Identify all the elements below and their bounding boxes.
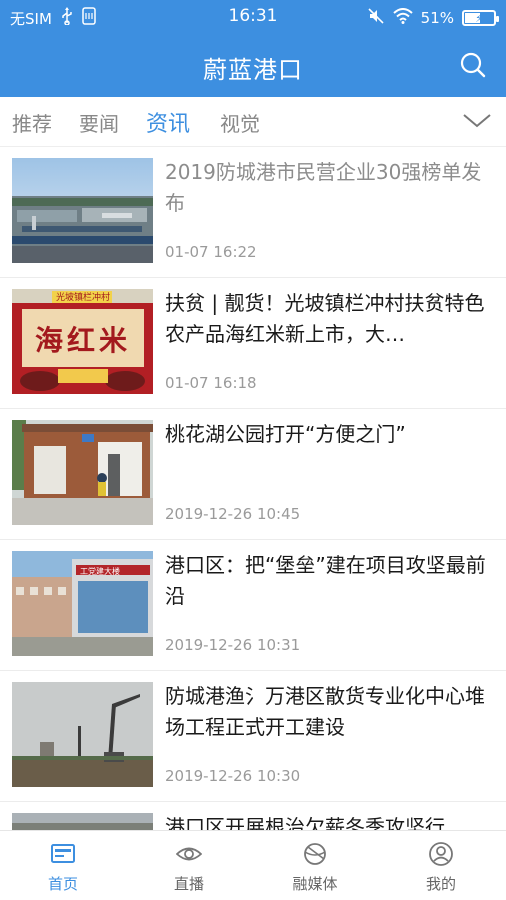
thumbnail-label: 海红米 (34, 324, 131, 357)
wifi-icon (392, 8, 413, 28)
news-item[interactable]: 桃花湖公园打开“方便之门” 2019-12-26 10:45 (0, 409, 506, 540)
battery-icon: ⚡ (462, 10, 499, 26)
news-title: 港口区：把“堡垒”建在项目攻坚最前沿 (165, 553, 486, 608)
nav-label: 首页 (47, 875, 78, 893)
news-item[interactable]: 光坡镇栏冲村 海红米 扶贫 | 靓货！光坡镇栏冲村扶贫特色农产品海红米新上市，大… (0, 278, 506, 409)
news-thumbnail: 工党建大楼 (12, 551, 153, 656)
nav-label: 融媒体 (292, 875, 338, 893)
nav-live[interactable]: 直播 (126, 831, 252, 900)
news-feed: 2019防城港市民营企业30强榜单发布 01-07 16:22 光坡镇栏冲村 海… (0, 147, 506, 830)
thumbnail-sign: 工党建大楼 (80, 567, 120, 576)
category-tabs: 推荐 要闻 资讯 视觉 (0, 97, 506, 147)
bottom-nav: 首页 直播 融媒体 我的 (0, 830, 506, 900)
chevron-down-icon (463, 114, 491, 128)
news-title: 桃花湖公园打开“方便之门” (165, 422, 406, 446)
search-icon (460, 52, 486, 78)
tab-visual[interactable]: 视觉 (220, 108, 260, 137)
news-time: 01-07 16:22 (165, 243, 257, 261)
nav-profile[interactable]: 我的 (378, 831, 504, 900)
news-time: 2019-12-26 10:31 (165, 636, 301, 654)
news-item[interactable]: 工党建大楼 港口区：把“堡垒”建在项目攻坚最前沿 2019-12-26 10:3… (0, 540, 506, 671)
news-thumbnail: 光坡镇栏冲村 海红米 (12, 289, 153, 394)
news-item[interactable]: 防城港渔氵万港区散货专业化中心堆场工程正式开工建设 2019-12-26 10:… (0, 671, 506, 802)
thumbnail-banner: 光坡镇栏冲村 (56, 293, 111, 303)
news-time: 2019-12-26 10:30 (165, 767, 301, 785)
tab-headlines[interactable]: 要闻 (79, 108, 119, 137)
news-item[interactable]: 港口区开展根治欠薪冬季攻坚行 (0, 802, 506, 830)
news-thumbnail (12, 420, 153, 525)
user-icon (429, 842, 453, 866)
page-title: 蔚蓝港口 (203, 56, 303, 84)
title-bar: 蔚蓝港口 (0, 34, 506, 97)
eye-icon (176, 847, 202, 861)
globe-icon (304, 843, 326, 865)
mute-icon (367, 7, 385, 29)
tab-recommend[interactable]: 推荐 (12, 108, 52, 137)
nav-label: 我的 (425, 875, 456, 893)
news-time: 2019-12-26 10:45 (165, 505, 301, 523)
battery-percent: 51% (420, 9, 454, 27)
news-title: 扶贫 | 靓货！光坡镇栏冲村扶贫特色农产品海红米新上市，大… (165, 291, 485, 346)
news-title: 2019防城港市民营企业30强榜单发布 (165, 160, 482, 215)
expand-tabs-button[interactable] (462, 109, 492, 131)
news-title: 防城港渔氵万港区散货专业化中心堆场工程正式开工建设 (165, 684, 485, 739)
news-thumbnail (12, 158, 153, 263)
news-item[interactable]: 2019防城港市民营企业30强榜单发布 01-07 16:22 (0, 147, 506, 278)
home-icon (51, 844, 75, 863)
news-title: 港口区开展根治欠薪冬季攻坚行 (165, 815, 445, 830)
nav-media[interactable]: 融媒体 (252, 831, 378, 900)
search-button[interactable] (458, 50, 488, 80)
nav-home[interactable]: 首页 (0, 831, 126, 900)
news-thumbnail (12, 813, 153, 830)
tab-news[interactable]: 资讯 (146, 106, 190, 138)
app-header: 无SIM 16:31 51% ⚡ 蔚蓝港口 (0, 0, 506, 97)
news-thumbnail (12, 682, 153, 787)
nav-label: 直播 (173, 875, 204, 893)
news-time: 01-07 16:18 (165, 374, 257, 392)
status-bar: 无SIM 16:31 51% ⚡ (0, 0, 506, 34)
